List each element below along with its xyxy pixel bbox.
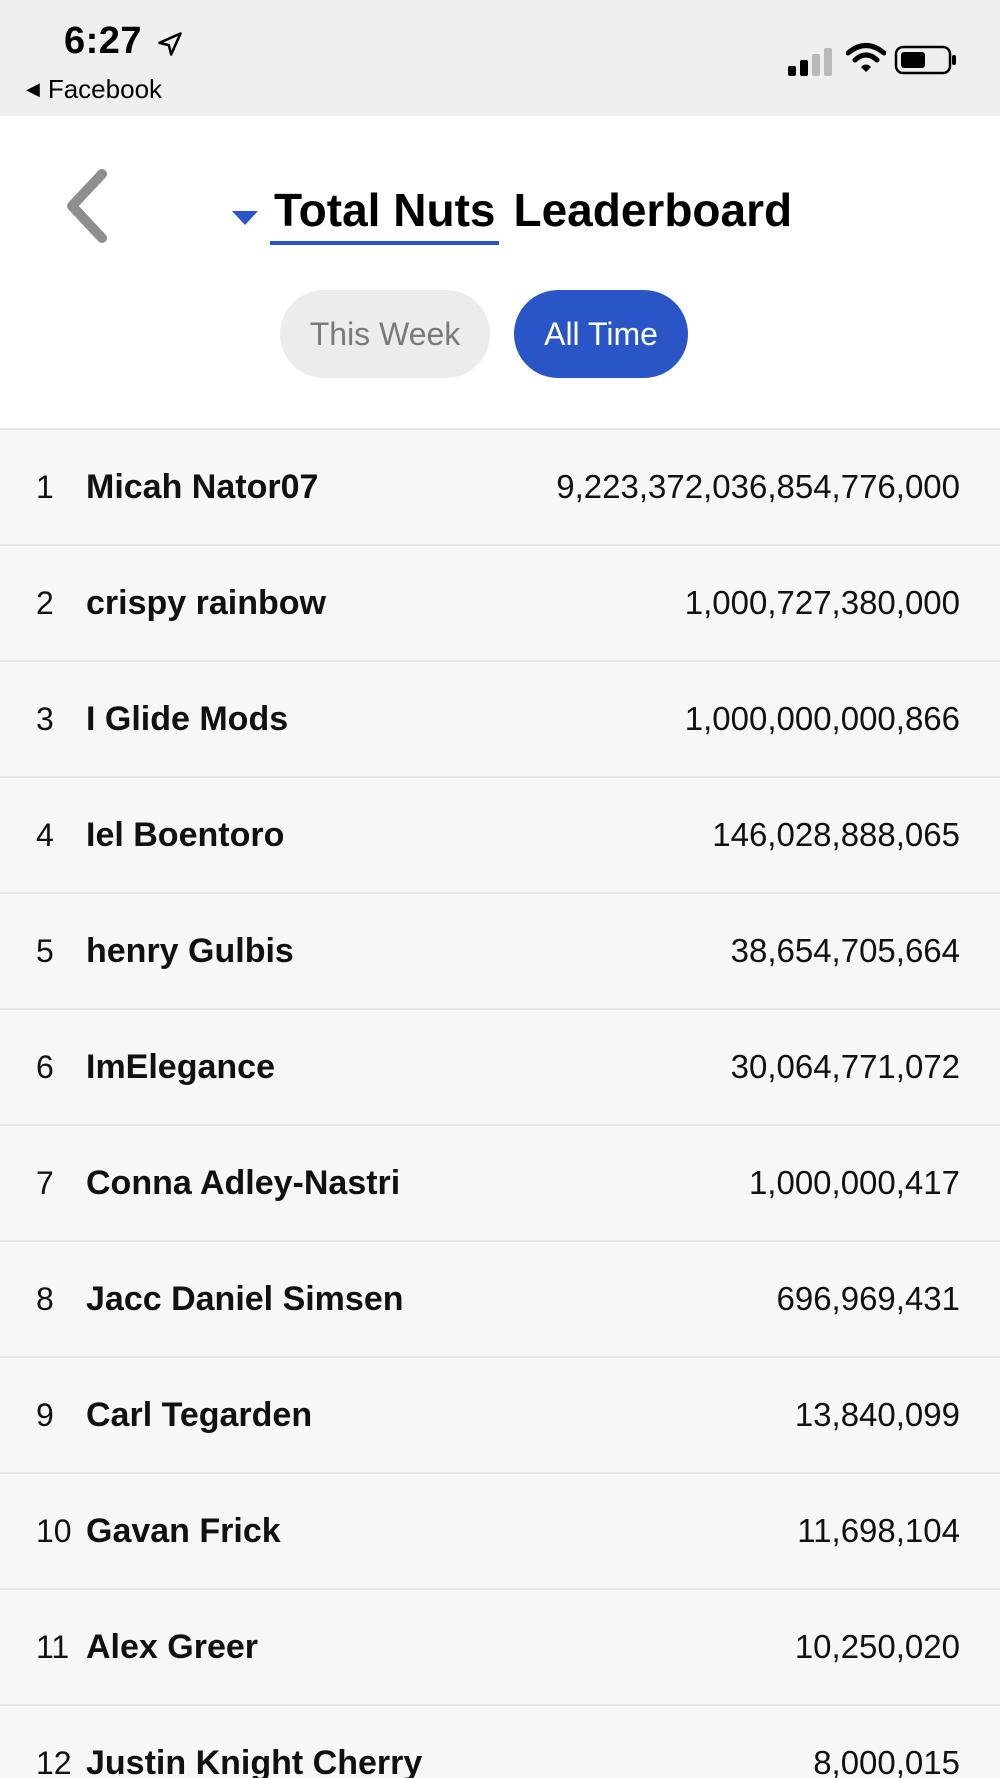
page-title: Total Nuts Leaderboard (230, 180, 792, 250)
tab-this-week[interactable]: This Week (280, 290, 490, 378)
list-item[interactable]: 8 Jacc Daniel Simsen 696,969,431 (0, 1242, 1000, 1358)
player-score: 696,969,431 (776, 1280, 960, 1317)
player-score: 38,654,705,664 (730, 932, 960, 969)
player-name: henry Gulbis (86, 931, 294, 970)
list-item[interactable]: 4 Iel Boentoro 146,028,888,065 (0, 778, 1000, 894)
back-triangle-icon: ◀ (26, 79, 40, 99)
dropdown-caret-icon[interactable] (230, 208, 260, 228)
title-suffix: Leaderboard (513, 183, 793, 236)
rank-number: 7 (36, 1164, 54, 1201)
player-score: 1,000,000,417 (748, 1164, 960, 1201)
player-name: Alex Greer (86, 1627, 258, 1666)
player-name: Jacc Daniel Simsen (86, 1279, 404, 1318)
list-item[interactable]: 7 Conna Adley-Nastri 1,000,000,417 (0, 1126, 1000, 1242)
player-score: 1,000,727,380,000 (684, 584, 960, 621)
rank-number: 10 (36, 1512, 72, 1549)
rank-number: 5 (36, 932, 54, 969)
leaderboard-header: Total Nuts Leaderboard This Week All Tim… (0, 116, 1000, 428)
rank-number: 2 (36, 584, 54, 621)
player-name: ImElegance (86, 1047, 275, 1086)
list-item[interactable]: 6 ImElegance 30,064,771,072 (0, 1010, 1000, 1126)
player-score: 11,698,104 (797, 1512, 960, 1549)
player-score: 30,064,771,072 (730, 1048, 960, 1085)
wifi-icon (846, 43, 886, 72)
list-item[interactable]: 1 Micah Nator07 9,223,372,036,854,776,00… (0, 430, 1000, 546)
rank-number: 9 (36, 1396, 54, 1433)
list-item[interactable]: 3 I Glide Mods 1,000,000,000,866 (0, 662, 1000, 778)
tab-all-time[interactable]: All Time (514, 290, 688, 378)
player-score: 10,250,020 (794, 1628, 960, 1665)
rank-number: 6 (36, 1048, 54, 1085)
player-name: Gavan Frick (86, 1511, 281, 1550)
player-score: 1,000,000,000,866 (684, 700, 960, 737)
player-name: Iel Boentoro (86, 815, 285, 854)
player-name: Conna Adley-Nastri (86, 1163, 401, 1202)
player-name: I Glide Mods (86, 699, 289, 738)
metric-selector[interactable]: Total Nuts (270, 185, 500, 246)
back-app-label: Facebook (47, 74, 163, 104)
player-score: 9,223,372,036,854,776,000 (556, 468, 960, 505)
player-name: Micah Nator07 (86, 467, 319, 506)
list-item[interactable]: 5 henry Gulbis 38,654,705,664 (0, 894, 1000, 1010)
list-item[interactable]: 2 crispy rainbow 1,000,727,380,000 (0, 546, 1000, 662)
list-item[interactable]: 11 Alex Greer 10,250,020 (0, 1590, 1000, 1706)
rank-number: 1 (36, 468, 54, 505)
rank-number: 12 (36, 1744, 72, 1778)
leaderboard-list: 1 Micah Nator07 9,223,372,036,854,776,00… (0, 428, 1000, 1778)
back-to-app-link[interactable]: ◀ Facebook (26, 74, 162, 105)
status-time: 6:27 (64, 20, 143, 62)
location-arrow-icon (158, 32, 182, 56)
player-score: 13,840,099 (794, 1396, 960, 1433)
rank-number: 11 (36, 1628, 70, 1665)
rank-number: 3 (36, 700, 54, 737)
rank-number: 8 (36, 1280, 54, 1317)
player-score: 146,028,888,065 (712, 816, 960, 853)
time-range-tabs: This Week All Time (0, 290, 1000, 378)
rank-number: 4 (36, 816, 54, 853)
player-name: Carl Tegarden (86, 1395, 313, 1434)
list-item[interactable]: 12 Justin Knight Cherry 8,000,015 (0, 1706, 1000, 1778)
player-name: Justin Knight Cherry (86, 1743, 423, 1778)
back-chevron-icon[interactable] (60, 166, 116, 246)
player-score: 8,000,015 (813, 1744, 960, 1778)
list-item[interactable]: 10 Gavan Frick 11,698,104 (0, 1474, 1000, 1590)
signal-icon (788, 48, 832, 76)
list-item[interactable]: 9 Carl Tegarden 13,840,099 (0, 1358, 1000, 1474)
battery-icon (894, 45, 956, 75)
player-name: crispy rainbow (86, 583, 326, 622)
status-bar: 6:27 ◀ Facebook (0, 0, 1000, 116)
